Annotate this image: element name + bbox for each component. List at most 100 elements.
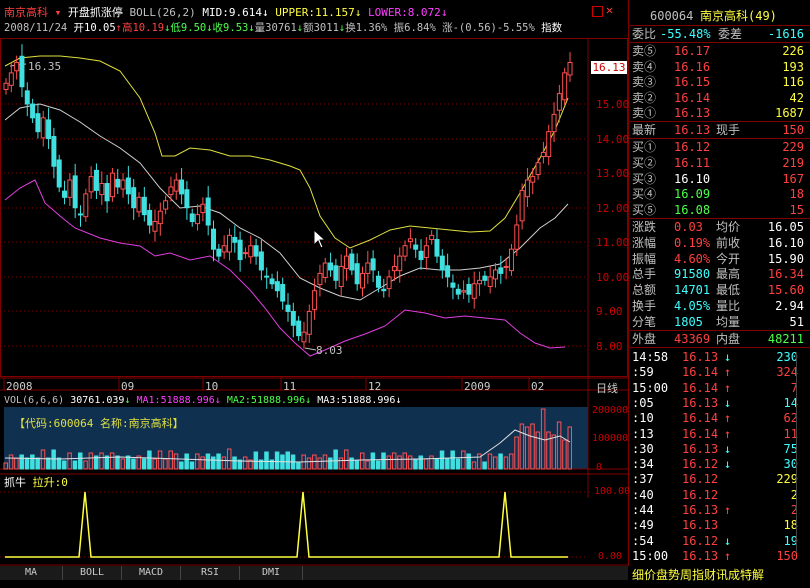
- candle-body: [221, 245, 227, 253]
- tab-boll[interactable]: BOLL: [63, 566, 122, 580]
- vol-ma2: MA2:51888.996: [226, 395, 306, 406]
- volume-bar: [72, 460, 78, 470]
- mouse-cursor-icon: [313, 228, 327, 249]
- bid-volume: 18: [789, 187, 804, 202]
- bar-date: 2008/11/24: [4, 22, 68, 34]
- tick-time: 14:58: [632, 350, 669, 364]
- stat-value: 15.60: [767, 283, 804, 298]
- tick-row: :34 16.12 ↓ 30: [632, 456, 804, 472]
- ask-price: 16.17: [674, 44, 711, 58]
- stat-row: 振幅 4.60% 今开 15.90: [632, 251, 804, 267]
- stat-label: 涨幅: [632, 235, 657, 250]
- candle-body: [540, 151, 546, 158]
- candle-body: [370, 258, 376, 271]
- bar-low: 低9.50: [170, 22, 207, 34]
- tick-price: 16.13: [682, 518, 719, 533]
- bid-price: 16.10: [674, 171, 711, 186]
- indicator-header: 抓牛 拉升:0: [4, 476, 68, 490]
- stat-row: 涨幅 0.19% 前收 16.10: [632, 235, 804, 251]
- volume-bar: [184, 453, 189, 470]
- vol-axis-tick: 0: [596, 462, 603, 473]
- tick-price: 16.12: [682, 457, 719, 472]
- volume-bar: [35, 457, 40, 470]
- indicator-name[interactable]: 开盘抓涨停: [68, 6, 123, 19]
- tick-direction-icon: ↓: [724, 441, 732, 456]
- tick-direction-icon: ↑: [724, 380, 732, 395]
- stat-label: 均量: [716, 314, 741, 329]
- candle-body: [109, 172, 115, 198]
- volume-bar: [189, 461, 195, 470]
- volume-bar: [62, 460, 67, 470]
- bid-volume: 15: [789, 203, 804, 218]
- tick-row: 14:58 16.13 ↓ 230: [632, 349, 804, 365]
- ask-volume: 116: [782, 75, 804, 90]
- candle-body: [445, 265, 451, 278]
- bar-change: 涨-(0.56)-5.55%: [442, 22, 535, 34]
- candle-body: [434, 239, 440, 257]
- volume-bar: [354, 460, 360, 470]
- high-label: 16.35: [28, 60, 61, 73]
- vol-ma1: MA1:51888.996: [136, 395, 215, 406]
- candle-body: [264, 275, 270, 278]
- tick-time: :40: [632, 487, 654, 502]
- candle-body: [418, 250, 424, 261]
- candle-body: [322, 262, 328, 279]
- stat-value: 4.60%: [674, 251, 711, 266]
- tab-dmi[interactable]: DMI: [240, 566, 303, 580]
- outer-volume: 43369: [674, 332, 711, 346]
- tick-time: 15:00: [632, 380, 669, 395]
- price-tick: 15.00: [596, 98, 630, 111]
- volume-bar: [77, 452, 83, 470]
- candle-body: [386, 276, 392, 290]
- stat-value: 0.03: [674, 220, 703, 234]
- stat-label: 均价: [716, 220, 741, 234]
- tick-time: :10: [632, 411, 654, 426]
- kline-chart-panel[interactable]: 南京高科 ▾ 开盘抓涨停 BOLL(26,2) MID:9.614↓ UPPER…: [0, 0, 630, 566]
- tab-ma[interactable]: MA: [0, 566, 63, 580]
- tick-time: :44: [632, 503, 654, 517]
- candle-body: [524, 179, 530, 198]
- stat-value: 16.05: [767, 220, 804, 234]
- indicator-tab-bar: MA BOLL MACD RSI DMI: [0, 566, 628, 580]
- inner-volume: 48211: [767, 332, 804, 346]
- candle-body: [195, 214, 201, 225]
- tab-macd[interactable]: MACD: [122, 566, 181, 580]
- volume-bar: [274, 451, 280, 470]
- index-label: 指数: [541, 22, 563, 34]
- boll-lower: LOWER:8.072: [367, 6, 441, 19]
- candle-body: [508, 248, 514, 272]
- price-tick: 10.00: [596, 271, 630, 284]
- low-label: 8.03: [316, 344, 343, 357]
- volume-bar: [51, 449, 56, 470]
- candle-body: [115, 178, 121, 188]
- boll-mid: MID:9.614: [202, 6, 262, 19]
- bar-amplitude: 振6.84%: [393, 22, 436, 34]
- candle-body: [216, 248, 222, 257]
- tick-scrollbar[interactable]: [796, 352, 807, 552]
- candle-body: [104, 183, 110, 202]
- stat-label: 今开: [716, 251, 741, 266]
- volume-bar: [30, 454, 35, 470]
- candle-body: [546, 131, 552, 158]
- time-label: 11: [283, 380, 297, 393]
- volume-bar: [24, 457, 30, 470]
- tick-direction-icon: ↓: [724, 533, 732, 548]
- tick-direction-icon: ↑: [724, 426, 732, 441]
- stock-name-right: 南京高科(49): [700, 9, 777, 23]
- tick-row: :13 16.14 ↑ 11: [632, 426, 804, 442]
- tick-row: :44 16.13 ↑ 2: [632, 502, 804, 518]
- candle-body: [402, 245, 408, 257]
- vol-ma3: MA3:51888.996: [317, 395, 396, 406]
- candle-body: [248, 245, 254, 258]
- period-label[interactable]: 日线: [596, 380, 618, 396]
- boll-mid-line: [4, 103, 569, 301]
- candles-group: [3, 44, 573, 349]
- price-tick: 8.00: [596, 340, 623, 353]
- bottom-shortcut-bar[interactable]: 细价盘势周指财讯成特解: [632, 566, 764, 583]
- tab-rsi[interactable]: RSI: [181, 566, 240, 580]
- ask-volume: 226: [782, 44, 804, 58]
- candle-body: [88, 176, 94, 193]
- tick-direction-icon: ↓: [724, 457, 732, 472]
- boll-params: BOLL(26,2): [129, 6, 196, 19]
- candle-body: [285, 304, 291, 312]
